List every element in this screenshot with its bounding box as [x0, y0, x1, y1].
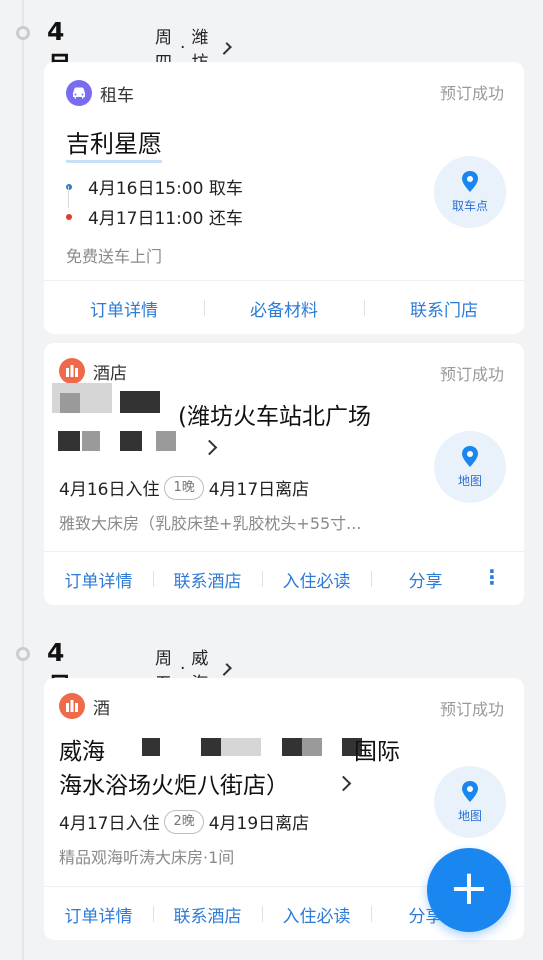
- checkin-date: 4月17日入住: [59, 814, 160, 834]
- card-type-label: 酒: [93, 698, 110, 719]
- map-button-label: 取车点: [451, 199, 488, 213]
- order-details-button[interactable]: 订单详情: [44, 296, 204, 321]
- order-details-button[interactable]: 订单详情: [44, 567, 153, 592]
- checkout-date: 4月17日离店: [208, 480, 310, 500]
- checkin-date: 4月16日入住: [59, 480, 160, 500]
- map-pin-icon: [462, 781, 478, 802]
- card-type-label: 租车: [100, 85, 134, 106]
- hotel-name[interactable]: (潍坊火车站北广场: [178, 397, 371, 431]
- card-type: 酒: [59, 693, 110, 719]
- card-type-label: 酒店: [93, 363, 127, 384]
- hotel-icon: [59, 693, 85, 719]
- add-trip-button[interactable]: +: [427, 848, 511, 932]
- more-options-icon[interactable]: ⋮: [482, 565, 502, 589]
- return-row: 4月17日11:00 还车: [66, 204, 243, 229]
- room-type: 精品观海听涛大床房·1间: [59, 848, 235, 867]
- redacted-block: [58, 431, 80, 451]
- timeline-dot: [16, 26, 30, 40]
- redacted-block: [302, 738, 322, 756]
- checkin-guide-button[interactable]: 入住必读: [262, 567, 371, 592]
- stay-dates: 4月17日入住 2晚 4月19日离店: [59, 809, 309, 834]
- map-button-label: 地图: [457, 474, 482, 488]
- redacted-block: [282, 738, 302, 756]
- car-rental-card[interactable]: 租车 预订成功 吉利星愿 4月16日15:00 取车 4月17日11:00 还车…: [44, 62, 524, 334]
- chevron-right-icon: [219, 41, 233, 55]
- return-dot-icon: [66, 213, 72, 220]
- redacted-block: [120, 391, 160, 413]
- card-actions: 订单详情 联系酒店 入住必读 分享: [44, 551, 524, 605]
- redacted-block: [201, 738, 221, 756]
- card-actions: 订单详情 必备材料 联系门店: [44, 280, 524, 334]
- plus-icon: +: [448, 860, 490, 916]
- hotel-card-1[interactable]: 酒店 预订成功 (潍坊火车站北广场 4月16日入住 1晚 4月17日离店 雅致大…: [44, 343, 524, 605]
- return-time: 4月17日11:00 还车: [88, 209, 243, 229]
- hotel-name-start[interactable]: 威海: [59, 732, 105, 766]
- redacted-block: [156, 431, 176, 451]
- contact-store-button[interactable]: 联系门店: [364, 296, 524, 321]
- hotel-name-end[interactable]: 国际: [354, 732, 400, 766]
- share-button[interactable]: 分享: [371, 567, 480, 592]
- nights-badge: 1晚: [164, 475, 204, 500]
- redacted-block: [120, 431, 142, 451]
- map-button-label: 地图: [457, 809, 482, 823]
- redacted-block: [82, 431, 100, 451]
- pickup-time: 4月16日15:00 取车: [88, 179, 243, 199]
- card-type: 租车: [66, 80, 134, 106]
- timeline-line: [22, 0, 24, 960]
- status-badge: 预订成功: [439, 84, 504, 103]
- contact-hotel-button[interactable]: 联系酒店: [153, 567, 262, 592]
- pickup-dot-icon: [66, 183, 72, 190]
- car-icon: [66, 80, 92, 106]
- redacted-block: [221, 738, 261, 756]
- redacted-block: [60, 393, 80, 413]
- map-pin-icon: [462, 446, 478, 467]
- nights-badge: 2晚: [164, 809, 204, 834]
- card-type: 酒店: [59, 358, 127, 384]
- chevron-right-icon[interactable]: [335, 775, 352, 792]
- timeline-dot: [16, 647, 30, 661]
- hotel-icon: [59, 358, 85, 384]
- required-documents-button[interactable]: 必备材料: [204, 296, 364, 321]
- stay-dates: 4月16日入住 1晚 4月17日离店: [59, 475, 309, 500]
- redacted-block: [142, 738, 160, 756]
- car-model-title[interactable]: 吉利星愿: [66, 124, 162, 163]
- chevron-right-icon[interactable]: [201, 439, 218, 456]
- status-badge: 预订成功: [439, 700, 504, 719]
- checkout-date: 4月19日离店: [208, 814, 310, 834]
- contact-hotel-button[interactable]: 联系酒店: [153, 902, 262, 927]
- order-details-button[interactable]: 订单详情: [44, 902, 153, 927]
- map-button[interactable]: 地图: [434, 431, 506, 503]
- map-pin-icon: [462, 171, 478, 192]
- pickup-row: 4月16日15:00 取车: [66, 174, 243, 199]
- checkin-guide-button[interactable]: 入住必读: [262, 902, 371, 927]
- pickup-location-button[interactable]: 取车点: [434, 156, 506, 228]
- status-badge: 预订成功: [439, 365, 504, 384]
- hotel-name-line2[interactable]: 海水浴场火炬八街店）: [59, 766, 289, 800]
- delivery-note: 免费送车上门: [66, 247, 163, 266]
- chevron-right-icon: [219, 662, 233, 676]
- room-type: 雅致大床房（乳胶床垫+乳胶枕头+55寸...: [59, 514, 362, 533]
- map-button[interactable]: 地图: [434, 766, 506, 838]
